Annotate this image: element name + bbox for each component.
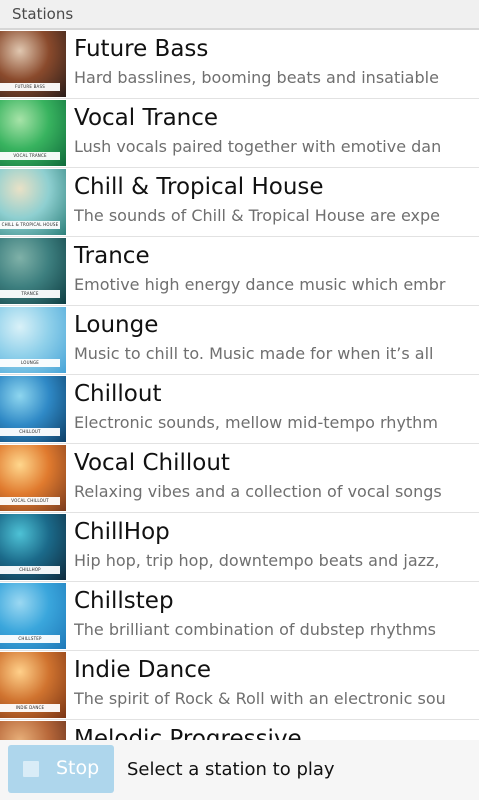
station-description: Hard basslines, booming beats and insati… <box>74 68 439 87</box>
station-thumbnail-label: CHILLOUT <box>0 428 60 436</box>
station-description: The spirit of Rock & Roll with an electr… <box>74 689 446 708</box>
station-thumbnail-label: LOUNGE <box>0 359 60 367</box>
station-row[interactable]: FUTURE BASS Future Bass Hard basslines, bo… <box>0 30 479 99</box>
page-title: Stations <box>12 5 74 23</box>
station-name: Chillstep <box>74 588 174 614</box>
station-description: Lush vocals paired together with emotive… <box>74 137 442 156</box>
stop-button-label: Stop <box>56 757 100 779</box>
station-name: ChillHop <box>74 519 170 545</box>
stop-square-icon <box>23 761 39 777</box>
station-thumbnail-label: TRANCE <box>0 290 60 298</box>
station-thumbnail: CHILLSTEP <box>0 583 66 649</box>
station-description: Hip hop, trip hop, downtempo beats and j… <box>74 551 440 570</box>
station-thumbnail: LOUNGE <box>0 307 66 373</box>
station-row[interactable]: TRANCE Trance Emotive high energy dance mu… <box>0 237 479 306</box>
station-description: The sounds of Chill & Tropical House are… <box>74 206 441 225</box>
station-name: Vocal Trance <box>74 105 219 131</box>
station-description: Emotive high energy dance music which em… <box>74 275 446 294</box>
station-row[interactable]: CHILL & TROPICAL HOUSE Chill & Tropical H… <box>0 168 479 237</box>
station-thumbnail: CHILLOUT <box>0 376 66 442</box>
station-name: Chillout <box>74 381 162 407</box>
station-row[interactable]: INDIE DANCE Indie Dance The spirit of Rock… <box>0 651 479 720</box>
station-row[interactable]: VOCAL TRANCE Vocal Trance Lush vocals pair… <box>0 99 479 168</box>
app-window: Stations FUTURE BASS Future Bass Hard bass… <box>0 0 479 800</box>
station-name: Vocal Chillout <box>74 450 230 476</box>
station-thumbnail: VOCAL TRANCE <box>0 100 66 166</box>
station-name: Melodic Progressive <box>74 726 302 740</box>
station-description: The brilliant combination of dubstep rhy… <box>74 620 437 639</box>
stations-header: Stations <box>0 0 479 30</box>
station-thumbnail-label: CHILLSTEP <box>0 635 60 643</box>
station-name: Indie Dance <box>74 657 211 683</box>
station-row[interactable]: CHILLOUT Chillout Electronic sounds, mello… <box>0 375 479 444</box>
station-row[interactable]: Melodic Progressive <box>0 720 479 740</box>
station-thumbnail-label: CHILLHOP <box>0 566 60 574</box>
station-thumbnail-label: INDIE DANCE <box>0 704 60 712</box>
station-description: Relaxing vibes and a collection of vocal… <box>74 482 442 501</box>
bottom-bar: Stop Select a station to play <box>0 740 479 800</box>
station-thumbnail: CHILL & TROPICAL HOUSE <box>0 169 66 235</box>
station-row[interactable]: VOCAL CHILLOUT Vocal Chillout Relaxing vib… <box>0 444 479 513</box>
station-row[interactable]: CHILLSTEP Chillstep The brilliant combinat… <box>0 582 479 651</box>
station-name: Trance <box>74 243 150 269</box>
station-name: Future Bass <box>74 36 209 62</box>
station-thumbnail: CHILLHOP <box>0 514 66 580</box>
station-thumbnail-label: VOCAL CHILLOUT <box>0 497 60 505</box>
station-thumbnail-label: CHILL & TROPICAL HOUSE <box>0 221 60 229</box>
station-name: Chill & Tropical House <box>74 174 324 200</box>
station-name: Lounge <box>74 312 159 338</box>
stop-button[interactable]: Stop <box>8 745 114 793</box>
playback-status: Select a station to play <box>127 759 335 780</box>
station-row[interactable]: CHILLHOP ChillHop Hip hop, trip hop, downt… <box>0 513 479 582</box>
station-thumbnail: INDIE DANCE <box>0 652 66 718</box>
station-thumbnail-label: VOCAL TRANCE <box>0 152 60 160</box>
station-thumbnail: VOCAL CHILLOUT <box>0 445 66 511</box>
station-row[interactable]: LOUNGE Lounge Music to chill to. Music mad… <box>0 306 479 375</box>
station-description: Music to chill to. Music made for when i… <box>74 344 434 363</box>
station-thumbnail: FUTURE BASS <box>0 31 66 97</box>
station-description: Electronic sounds, mellow mid-tempo rhyt… <box>74 413 438 432</box>
station-thumbnail-label: FUTURE BASS <box>0 83 60 91</box>
station-thumbnail: TRANCE <box>0 238 66 304</box>
station-list[interactable]: FUTURE BASS Future Bass Hard basslines, bo… <box>0 30 479 740</box>
station-thumbnail <box>0 721 66 740</box>
